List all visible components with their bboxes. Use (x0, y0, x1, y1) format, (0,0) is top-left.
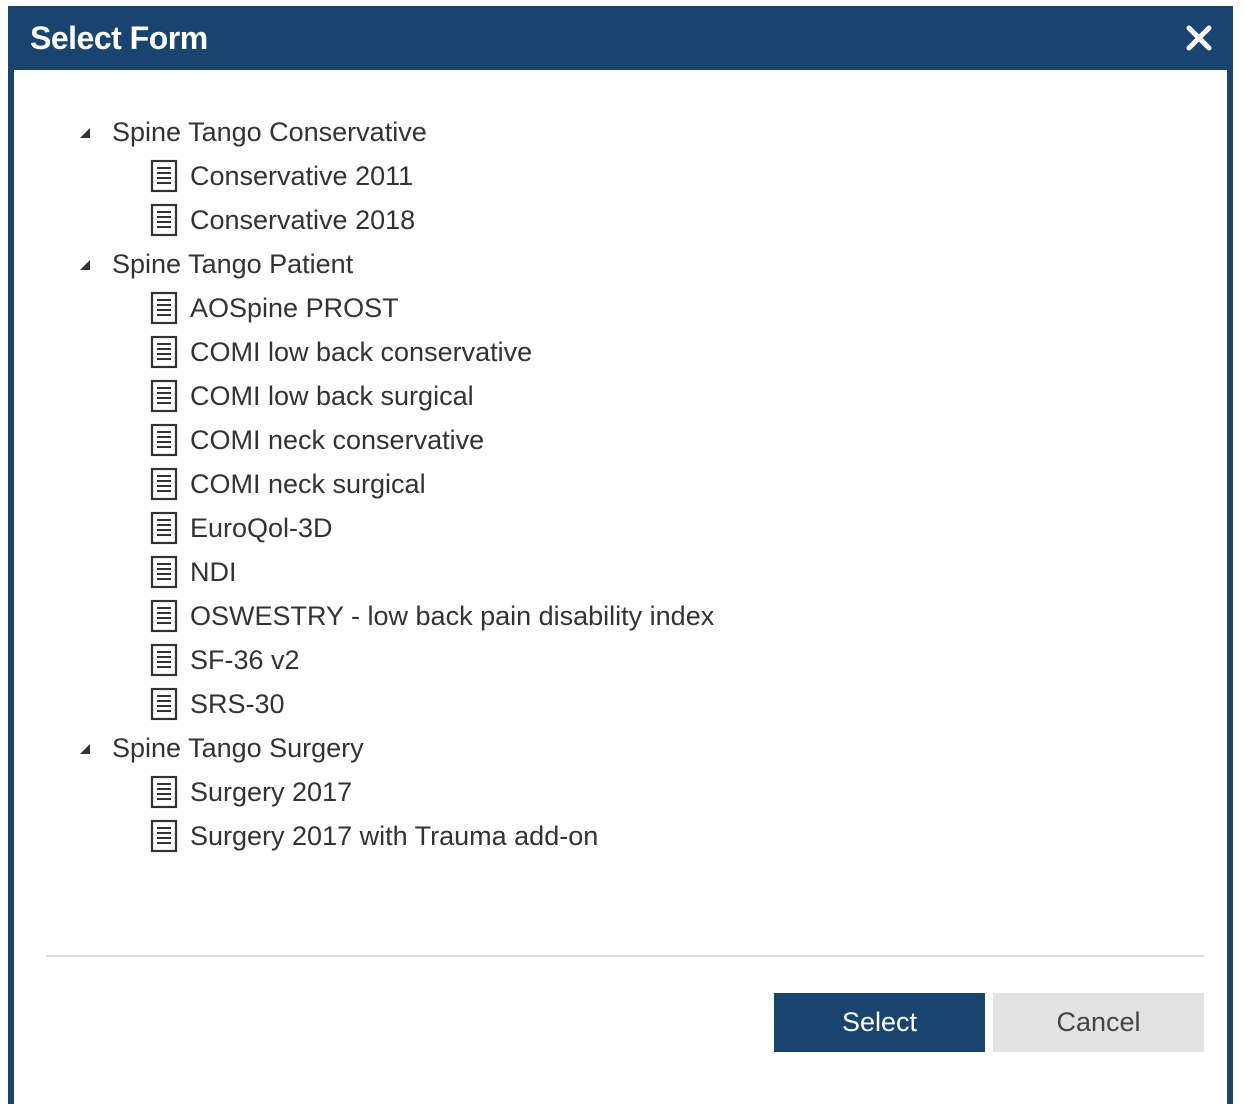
tree-item-label: Surgery 2017 with Trauma add-on (190, 820, 599, 851)
dialog-title: Select Form (30, 20, 208, 56)
tree-item-label: NDI (190, 556, 237, 587)
document-icon (150, 555, 178, 589)
tree-item-label: COMI low back surgical (190, 380, 474, 411)
tree-item[interactable]: Conservative 2011 (78, 154, 714, 198)
document-icon (150, 467, 178, 501)
tree-item-label: Conservative 2011 (190, 160, 414, 191)
select-button[interactable]: Select (774, 993, 985, 1052)
tree-item-label: COMI neck conservative (190, 424, 485, 455)
tree-item-label: EuroQol-3D (190, 512, 333, 543)
tree-item[interactable]: Surgery 2017 (78, 770, 714, 814)
tree-item-label: COMI low back conservative (190, 336, 533, 367)
form-tree: Spine Tango Conservative Conservative 201… (78, 110, 714, 858)
tree-item-label: Conservative 2018 (190, 204, 416, 235)
document-icon (150, 643, 178, 677)
document-icon (150, 335, 178, 369)
tree-group[interactable]: Spine Tango Patient (78, 242, 714, 286)
tree-item-label: Surgery 2017 (190, 776, 353, 807)
tree-item-label: SF-36 v2 (190, 644, 300, 675)
document-icon (150, 159, 178, 193)
document-icon (150, 511, 178, 545)
tree-item[interactable]: Surgery 2017 with Trauma add-on (78, 814, 714, 858)
tree-group-label: Spine Tango Surgery (112, 732, 364, 763)
document-icon (150, 775, 178, 809)
caret-down-icon[interactable] (78, 741, 92, 755)
tree-item[interactable]: COMI neck conservative (78, 418, 714, 462)
tree-item[interactable]: COMI low back conservative (78, 330, 714, 374)
document-icon (150, 599, 178, 633)
document-icon (150, 423, 178, 457)
tree-item[interactable]: OSWESTRY - low back pain disability inde… (78, 594, 714, 638)
tree-group[interactable]: Spine Tango Conservative (78, 110, 714, 154)
tree-group-label: Spine Tango Conservative (112, 116, 427, 147)
tree-item[interactable]: Conservative 2018 (78, 198, 714, 242)
document-icon (150, 819, 178, 853)
document-icon (150, 291, 178, 325)
tree-item[interactable]: EuroQol-3D (78, 506, 714, 550)
document-icon (150, 687, 178, 721)
tree-item-label: AOSpine PROST (190, 292, 399, 323)
tree-item[interactable]: COMI low back surgical (78, 374, 714, 418)
tree-item[interactable]: COMI neck surgical (78, 462, 714, 506)
tree-item[interactable]: NDI (78, 550, 714, 594)
footer-divider (46, 955, 1204, 957)
close-icon[interactable] (1181, 20, 1217, 56)
tree-group-label: Spine Tango Patient (112, 248, 354, 279)
document-icon (150, 203, 178, 237)
document-icon (150, 379, 178, 413)
tree-item-label: OSWESTRY - low back pain disability inde… (190, 600, 715, 631)
dialog-titlebar: Select Form (14, 6, 1227, 70)
tree-group[interactable]: Spine Tango Surgery (78, 726, 714, 770)
caret-down-icon[interactable] (78, 257, 92, 271)
cancel-button[interactable]: Cancel (993, 993, 1204, 1052)
select-form-dialog: Select Form Spine Tango Conservative Cons… (8, 6, 1233, 1104)
tree-item-label: COMI neck surgical (190, 468, 426, 499)
tree-item-label: SRS-30 (190, 688, 285, 719)
caret-down-icon[interactable] (78, 125, 92, 139)
tree-item[interactable]: SF-36 v2 (78, 638, 714, 682)
tree-item[interactable]: AOSpine PROST (78, 286, 714, 330)
tree-item[interactable]: SRS-30 (78, 682, 714, 726)
